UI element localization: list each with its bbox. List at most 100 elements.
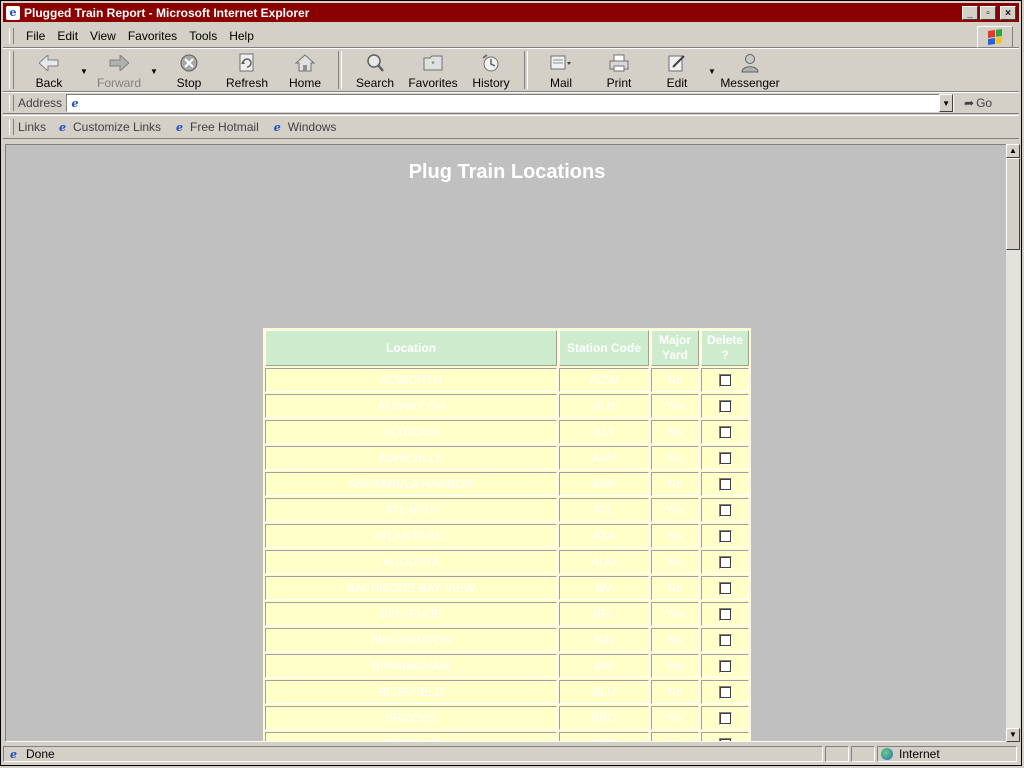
back-dropdown-icon[interactable]: ▼ [78,49,90,76]
cell-station-code: ATL [559,498,649,522]
cell-major-yard: No [651,732,699,741]
scroll-down-arrow-icon[interactable]: ▼ [1006,728,1020,742]
plug-train-table: Location Station Code Major Yard Delete … [263,328,751,741]
cell-location: BROOKS [265,706,557,730]
cell-major-yard: No [651,576,699,600]
delete-checkbox[interactable] [718,504,732,518]
delete-checkbox[interactable] [718,738,732,741]
forward-arrow-icon [108,52,130,74]
menu-favorites[interactable]: Favorites [122,29,183,43]
favorites-label: Favorites [408,76,458,90]
toolbar-grip[interactable] [9,51,14,89]
vertical-scrollbar[interactable]: ▲ ▼ [1006,144,1020,742]
history-button[interactable]: History [462,49,520,91]
messenger-button[interactable]: Messenger [718,49,782,91]
delete-checkbox[interactable] [718,478,732,492]
toolbar-separator-2 [524,51,528,89]
stop-label: Stop [176,76,202,90]
zone-label: Internet [899,747,940,761]
status-main: e Done [3,746,823,762]
delete-checkbox[interactable] [718,634,732,648]
minimize-button[interactable]: _ [962,5,978,20]
print-button[interactable]: Print [590,49,648,91]
address-dropdown-icon[interactable]: ▼ [939,94,954,112]
go-label: Go [976,96,993,110]
delete-checkbox[interactable] [718,400,732,414]
scroll-thumb[interactable] [1006,158,1020,250]
cell-major-yard: Yes [651,498,699,522]
cell-location: ASHTABULA HARBOR [265,472,557,496]
cell-station-code: ALT [559,420,649,444]
stop-button[interactable]: Stop [160,49,218,91]
restore-button[interactable]: ▫ [980,5,996,20]
menu-tools[interactable]: Tools [183,29,223,43]
mail-icon [550,52,572,74]
menu-grip[interactable] [9,28,14,44]
link-ie-icon: e [176,120,184,134]
edit-dropdown-icon[interactable]: ▼ [706,49,718,76]
menu-help[interactable]: Help [223,29,260,43]
cell-location: ASHEVILLE [265,446,557,470]
back-label: Back [35,76,63,90]
favorites-button[interactable]: * Favorites [404,49,462,91]
forward-button[interactable]: Forward [90,49,148,91]
delete-checkbox[interactable] [718,582,732,596]
delete-checkbox[interactable] [718,608,732,622]
title-bar[interactable]: e Plugged Train Report - Microsoft Inter… [3,3,1019,22]
window-title: Plugged Train Report - Microsoft Interne… [24,5,310,20]
link-customize-links[interactable]: e Customize Links [56,120,161,134]
menu-file[interactable]: File [20,29,51,43]
link-windows[interactable]: e Windows [271,120,337,134]
status-ie-icon: e [10,747,17,761]
delete-checkbox[interactable] [718,374,732,388]
go-button[interactable]: ➦ Go [964,96,992,110]
printer-icon [608,52,630,74]
cell-location: BALTIMORE BAY VIEW [265,576,557,600]
menu-edit[interactable]: Edit [51,29,84,43]
scroll-up-arrow-icon[interactable]: ▲ [1006,144,1020,158]
delete-checkbox[interactable] [718,426,732,440]
refresh-button[interactable]: Refresh [218,49,276,91]
cell-station-code: BRO [559,706,649,730]
column-header-location: Location [265,330,557,366]
ie-logo-icon: e [6,5,20,20]
status-text: Done [26,747,55,761]
delete-checkbox[interactable] [718,660,732,674]
links-label: Links [18,120,47,134]
mail-button[interactable]: Mail [532,49,590,91]
standard-toolbar: Back ▼ Forward ▼ Stop Refresh Home Searc… [3,48,1019,92]
page-title: Plug Train Locations [408,161,606,183]
cell-delete [701,628,749,652]
address-grip[interactable] [9,95,14,111]
link-free-hotmail[interactable]: e Free Hotmail [173,120,259,134]
cell-major-yard: No [651,472,699,496]
search-button[interactable]: Search [346,49,404,91]
back-arrow-icon [38,52,60,74]
links-grip[interactable] [9,119,14,135]
close-button[interactable]: × [1000,5,1016,20]
table-header-row: Location Station Code Major Yard Delete … [265,330,749,366]
cell-station-code: ATA [559,524,649,548]
home-button[interactable]: Home [276,49,334,91]
table-row: BLUEFIELD BLU No [265,680,749,704]
menu-view[interactable]: View [84,29,122,43]
cell-station-code: BIN [559,628,649,652]
table-row: ALBANY GA ALB Yes [265,394,749,418]
edit-button[interactable]: Edit [648,49,706,91]
cell-delete [701,680,749,704]
delete-checkbox[interactable] [718,530,732,544]
table-body: ACWORTH ACW No ALBANY GA ALB Yes ALTOONA ALT No A… [265,368,749,741]
address-input[interactable] [83,96,940,110]
delete-checkbox[interactable] [718,712,732,726]
status-bar: e Done Internet [3,744,1019,764]
address-field[interactable]: e ▼ [66,94,955,112]
back-button[interactable]: Back [20,49,78,91]
forward-dropdown-icon[interactable]: ▼ [148,49,160,76]
delete-checkbox[interactable] [718,686,732,700]
delete-checkbox[interactable] [718,452,732,466]
cell-location: AUGUSTA [265,550,557,574]
forward-label: Forward [96,76,141,90]
delete-checkbox[interactable] [718,556,732,570]
links-bar: Links e Customize Links e Free Hotmail e… [3,115,1019,139]
table-row: ASHTABULA HARBOR ASH No [265,472,749,496]
